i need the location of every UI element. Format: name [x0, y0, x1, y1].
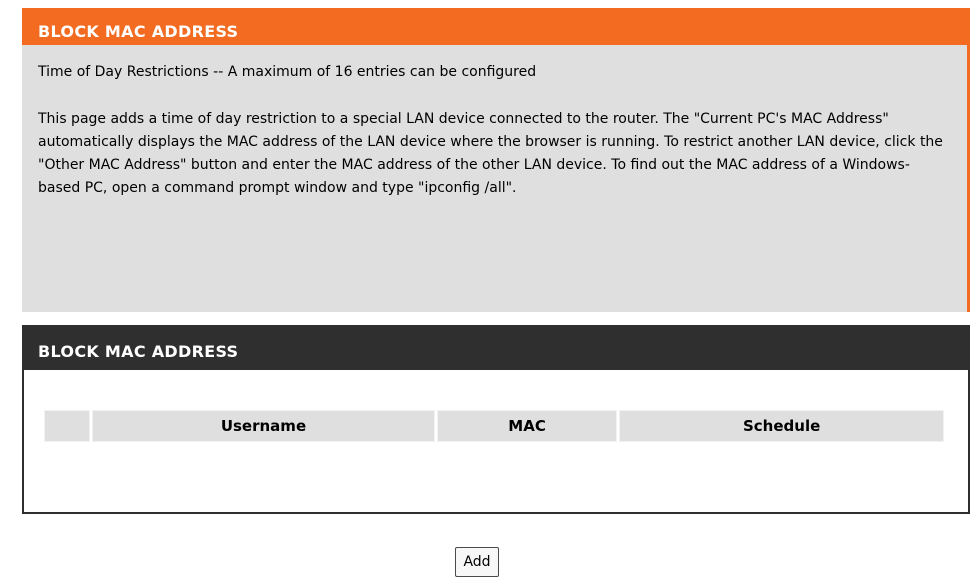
block-mac-table: Username MAC Schedule	[42, 408, 946, 444]
info-panel-body: Time of Day Restrictions -- A maximum of…	[22, 45, 967, 200]
table-panel-title: BLOCK MAC ADDRESS	[24, 327, 968, 370]
info-description: This page adds a time of day restriction…	[38, 111, 943, 196]
info-panel-title: BLOCK MAC ADDRESS	[22, 8, 967, 45]
column-header-schedule: Schedule	[619, 410, 944, 442]
column-header-username: Username	[92, 410, 435, 442]
info-subtitle: Time of Day Restrictions -- A maximum of…	[38, 64, 537, 80]
table-header-row: Username MAC Schedule	[44, 410, 944, 442]
info-panel: BLOCK MAC ADDRESS Time of Day Restrictio…	[22, 8, 970, 312]
column-header-select	[44, 410, 91, 442]
column-header-mac: MAC	[436, 410, 618, 442]
block-mac-table-panel: BLOCK MAC ADDRESS Username MAC Schedule	[22, 325, 970, 514]
add-button[interactable]: Add	[455, 547, 499, 577]
